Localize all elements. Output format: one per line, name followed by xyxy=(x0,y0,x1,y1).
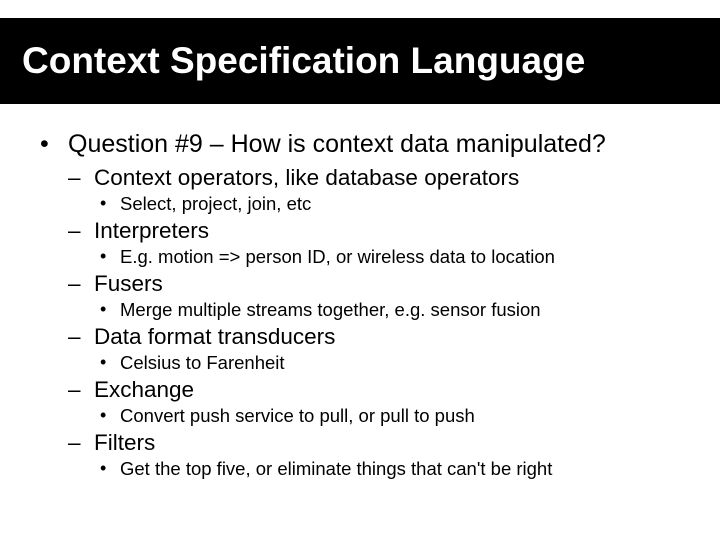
list-item-label: Merge multiple streams together, e.g. se… xyxy=(120,299,541,320)
list-item: Celsius to Farenheit xyxy=(94,352,700,374)
list-item: Exchange Convert push service to pull, o… xyxy=(68,377,700,427)
list-item-label: Question #9 – How is context data manipu… xyxy=(68,130,606,158)
list-item: Get the top five, or eliminate things th… xyxy=(94,458,700,480)
list-item-label: Convert push service to pull, or pull to… xyxy=(120,405,475,426)
bullet-list: Question #9 – How is context data manipu… xyxy=(40,130,700,480)
list-item: Interpreters E.g. motion => person ID, o… xyxy=(68,218,700,268)
slide: Context Specification Language Question … xyxy=(0,0,720,540)
sub-sub-list: E.g. motion => person ID, or wireless da… xyxy=(94,246,700,268)
list-item-label: Exchange xyxy=(94,377,194,402)
list-item: Fusers Merge multiple streams together, … xyxy=(68,271,700,321)
sub-sub-list: Merge multiple streams together, e.g. se… xyxy=(94,299,700,321)
list-item-label: Get the top five, or eliminate things th… xyxy=(120,458,552,479)
slide-body: Question #9 – How is context data manipu… xyxy=(20,130,700,480)
list-item: Merge multiple streams together, e.g. se… xyxy=(94,299,700,321)
list-item: Filters Get the top five, or eliminate t… xyxy=(68,430,700,480)
list-item: Data format transducers Celsius to Faren… xyxy=(68,324,700,374)
list-item-label: Celsius to Farenheit xyxy=(120,352,285,373)
list-item-label: Filters xyxy=(94,430,155,455)
list-item: E.g. motion => person ID, or wireless da… xyxy=(94,246,700,268)
list-item-label: E.g. motion => person ID, or wireless da… xyxy=(120,246,555,267)
list-item: Question #9 – How is context data manipu… xyxy=(40,130,700,480)
list-item-label: Interpreters xyxy=(94,218,209,243)
sub-list: Context operators, like database operato… xyxy=(68,165,700,480)
sub-sub-list: Get the top five, or eliminate things th… xyxy=(94,458,700,480)
list-item: Context operators, like database operato… xyxy=(68,165,700,215)
list-item: Select, project, join, etc xyxy=(94,193,700,215)
sub-sub-list: Select, project, join, etc xyxy=(94,193,700,215)
slide-title: Context Specification Language xyxy=(22,40,585,82)
title-bar: Context Specification Language xyxy=(0,18,720,104)
sub-sub-list: Celsius to Farenheit xyxy=(94,352,700,374)
list-item-label: Select, project, join, etc xyxy=(120,193,311,214)
list-item: Convert push service to pull, or pull to… xyxy=(94,405,700,427)
list-item-label: Data format transducers xyxy=(94,324,335,349)
list-item-label: Context operators, like database operato… xyxy=(94,165,519,190)
list-item-label: Fusers xyxy=(94,271,163,296)
sub-sub-list: Convert push service to pull, or pull to… xyxy=(94,405,700,427)
